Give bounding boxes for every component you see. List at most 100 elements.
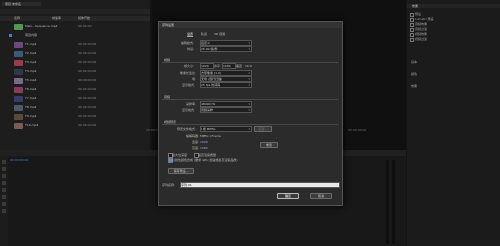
item-rate: 00:00:00:00 — [78, 42, 97, 46]
preview-format-value: I 帧 MPEG — [201, 127, 216, 131]
height-value[interactable]: 1080 — [200, 146, 208, 150]
project-item-row[interactable]: T8.mp4 00:00:00:00 — [0, 104, 150, 112]
item-rate: 00:00:00:00 — [78, 123, 97, 127]
audio-display-format-select[interactable]: 音频采样 — [200, 107, 252, 113]
clip-thumbnail — [14, 42, 23, 48]
audio-display-format-value: 音频采样 — [201, 108, 214, 112]
project-item-row[interactable]: T6.mp4 00:00:00:00 — [0, 86, 150, 94]
project-item-row[interactable]: T2.mp4 00:00:00:00 — [0, 50, 150, 58]
item-name: T9.mp4 — [25, 114, 37, 118]
save-preset-button[interactable]: 保存预设... — [168, 168, 194, 174]
project-item-row[interactable]: T5.mp4 00:00:00:00 — [0, 77, 150, 85]
ripple-edit-tool-icon[interactable] — [2, 174, 6, 178]
sample-rate-label: 采样率: — [186, 102, 197, 106]
frame-height-input[interactable]: 1080 — [222, 63, 236, 69]
item-rate: 00:00:00:00 — [78, 51, 97, 55]
clip-thumbnail — [14, 24, 23, 30]
column-rate[interactable]: 帧速率 — [52, 16, 61, 21]
codec-value: MPEG I-Frame — [200, 134, 221, 138]
clip-thumbnail — [14, 51, 23, 57]
clip-thumbnail — [14, 96, 23, 102]
sample-rate-value: 48000 Hz — [201, 102, 216, 106]
item-name: T8.mp4 — [25, 105, 37, 109]
sequence-name-label: 序列名称: — [162, 183, 176, 187]
project-item-row[interactable]: T9.mp4 00:00:00:00 — [0, 113, 150, 121]
razor-tool-icon[interactable] — [2, 181, 6, 185]
clip-thumbnail — [14, 114, 23, 120]
pixel-aspect-value: 方形像素 (1.0) — [201, 71, 222, 75]
timebase-select[interactable]: 25.00 帧/秒 — [200, 46, 252, 52]
dialog-titlebar[interactable] — [159, 22, 342, 28]
project-item-row[interactable]: Main...Sequence.mp4 00:00:00 — [0, 23, 150, 31]
item-name: T4.mp4 — [25, 69, 37, 73]
project-item-row[interactable]: T1.mp4 00:00:00:00 — [0, 41, 150, 49]
audio-display-format-label: 显示格式: — [182, 108, 196, 112]
folder-icon — [410, 13, 414, 17]
height-label: 高度: — [192, 146, 200, 150]
timecode-right[interactable]: 00:00:00:00 — [348, 128, 366, 132]
item-name: T2.mp4 — [25, 51, 37, 55]
cancel-button[interactable]: 取消 — [310, 193, 332, 199]
selection-tool-icon[interactable] — [2, 160, 6, 164]
effects-tree-item[interactable]: 音频过渡 — [415, 27, 427, 31]
project-tab[interactable]: 项目:未命名 — [2, 2, 41, 6]
item-rate: 00:00:00:00 — [78, 60, 97, 64]
item-name: T10.mp4 — [25, 123, 39, 127]
clip-thumbnail — [14, 105, 23, 111]
timeline-timecode[interactable]: 00:00:00:00 — [10, 158, 28, 162]
clip-thumbnail — [14, 87, 23, 93]
folder-icon — [410, 33, 414, 37]
divider — [162, 99, 338, 100]
folder-icon — [410, 23, 414, 27]
project-item-row[interactable]: T3.mp4 00:00:00:00 — [0, 59, 150, 67]
aspect-ratio-label: 16:9 — [245, 64, 252, 68]
slip-tool-icon[interactable] — [2, 188, 6, 192]
effects-tree-item[interactable]: Lumetri 预设 — [415, 17, 434, 21]
item-rate: 00:00:00:00 — [78, 105, 97, 109]
type-tool-icon[interactable] — [2, 209, 6, 213]
tab-settings[interactable]: 设置 — [187, 32, 194, 37]
effects-subsection[interactable]: 基本 — [411, 60, 417, 64]
item-name: T3.mp4 — [25, 60, 37, 64]
effects-tree-item[interactable]: 视频过渡 — [415, 37, 427, 41]
frame-width-input[interactable]: 1920 — [200, 63, 214, 69]
pen-tool-icon[interactable] — [2, 195, 6, 199]
effects-panel: 效果 预设 Lumetri 预设 音频效果 音频过渡 视频效果 视频过渡 基本 颜色 效果 — [407, 0, 500, 246]
fields-label: 场: — [192, 77, 197, 81]
item-name: T7.mp4 — [25, 96, 37, 100]
item-name: T6.mp4 — [25, 87, 37, 91]
project-item-row[interactable]: T10.mp4 00:00:00:00 — [0, 122, 150, 130]
display-format-value: 25 fps 时间码 — [201, 83, 221, 87]
item-rate: 00:00:00:00 — [78, 96, 97, 100]
effects-title: 效果 — [412, 4, 419, 8]
display-format-select[interactable]: 25 fps 时间码 — [200, 82, 252, 88]
project-item-row[interactable]: T7.mp4 00:00:00:00 — [0, 95, 150, 103]
preview-format-select[interactable]: I 帧 MPEG — [200, 126, 252, 132]
clip-thumbnail — [14, 60, 23, 66]
project-item-row[interactable]: T4.mp4 00:00:00:00 — [0, 68, 150, 76]
item-rate: 00:00:00:00 — [78, 78, 97, 82]
hand-tool-icon[interactable] — [2, 202, 6, 206]
effects-tree-item[interactable]: 视频效果 — [415, 32, 427, 36]
folder-icon — [410, 38, 414, 42]
effects-tree-item[interactable]: 预设 — [415, 12, 421, 16]
frame-size-label: 帧大小: — [184, 64, 195, 68]
effects-subsection[interactable]: 效果 — [411, 84, 417, 88]
configure-button[interactable]: 配置... — [254, 126, 272, 132]
tab-tracks[interactable]: 轨道 — [201, 32, 207, 36]
effects-tree-item[interactable]: 音频效果 — [415, 22, 427, 26]
track-select-tool-icon[interactable] — [2, 167, 6, 171]
item-name: T5.mp4 — [25, 78, 37, 82]
project-toolbar — [0, 9, 150, 14]
column-start[interactable]: 媒体开始 — [78, 16, 90, 21]
tab-vr-video[interactable]: VR 视频 — [214, 32, 225, 36]
effects-header — [407, 4, 500, 8]
codec-label: 编解码器: — [186, 134, 200, 138]
project-item-row[interactable]: 项目内容 — [0, 32, 150, 40]
column-name[interactable]: 名称 — [14, 16, 20, 21]
width-value[interactable]: 1920 — [200, 140, 208, 144]
ok-button[interactable]: 确定 — [277, 193, 299, 199]
effects-subsection[interactable]: 颜色 — [411, 72, 417, 76]
reset-button[interactable]: 重置 — [260, 142, 278, 148]
sequence-name-input[interactable]: 序列 01 — [180, 182, 340, 188]
